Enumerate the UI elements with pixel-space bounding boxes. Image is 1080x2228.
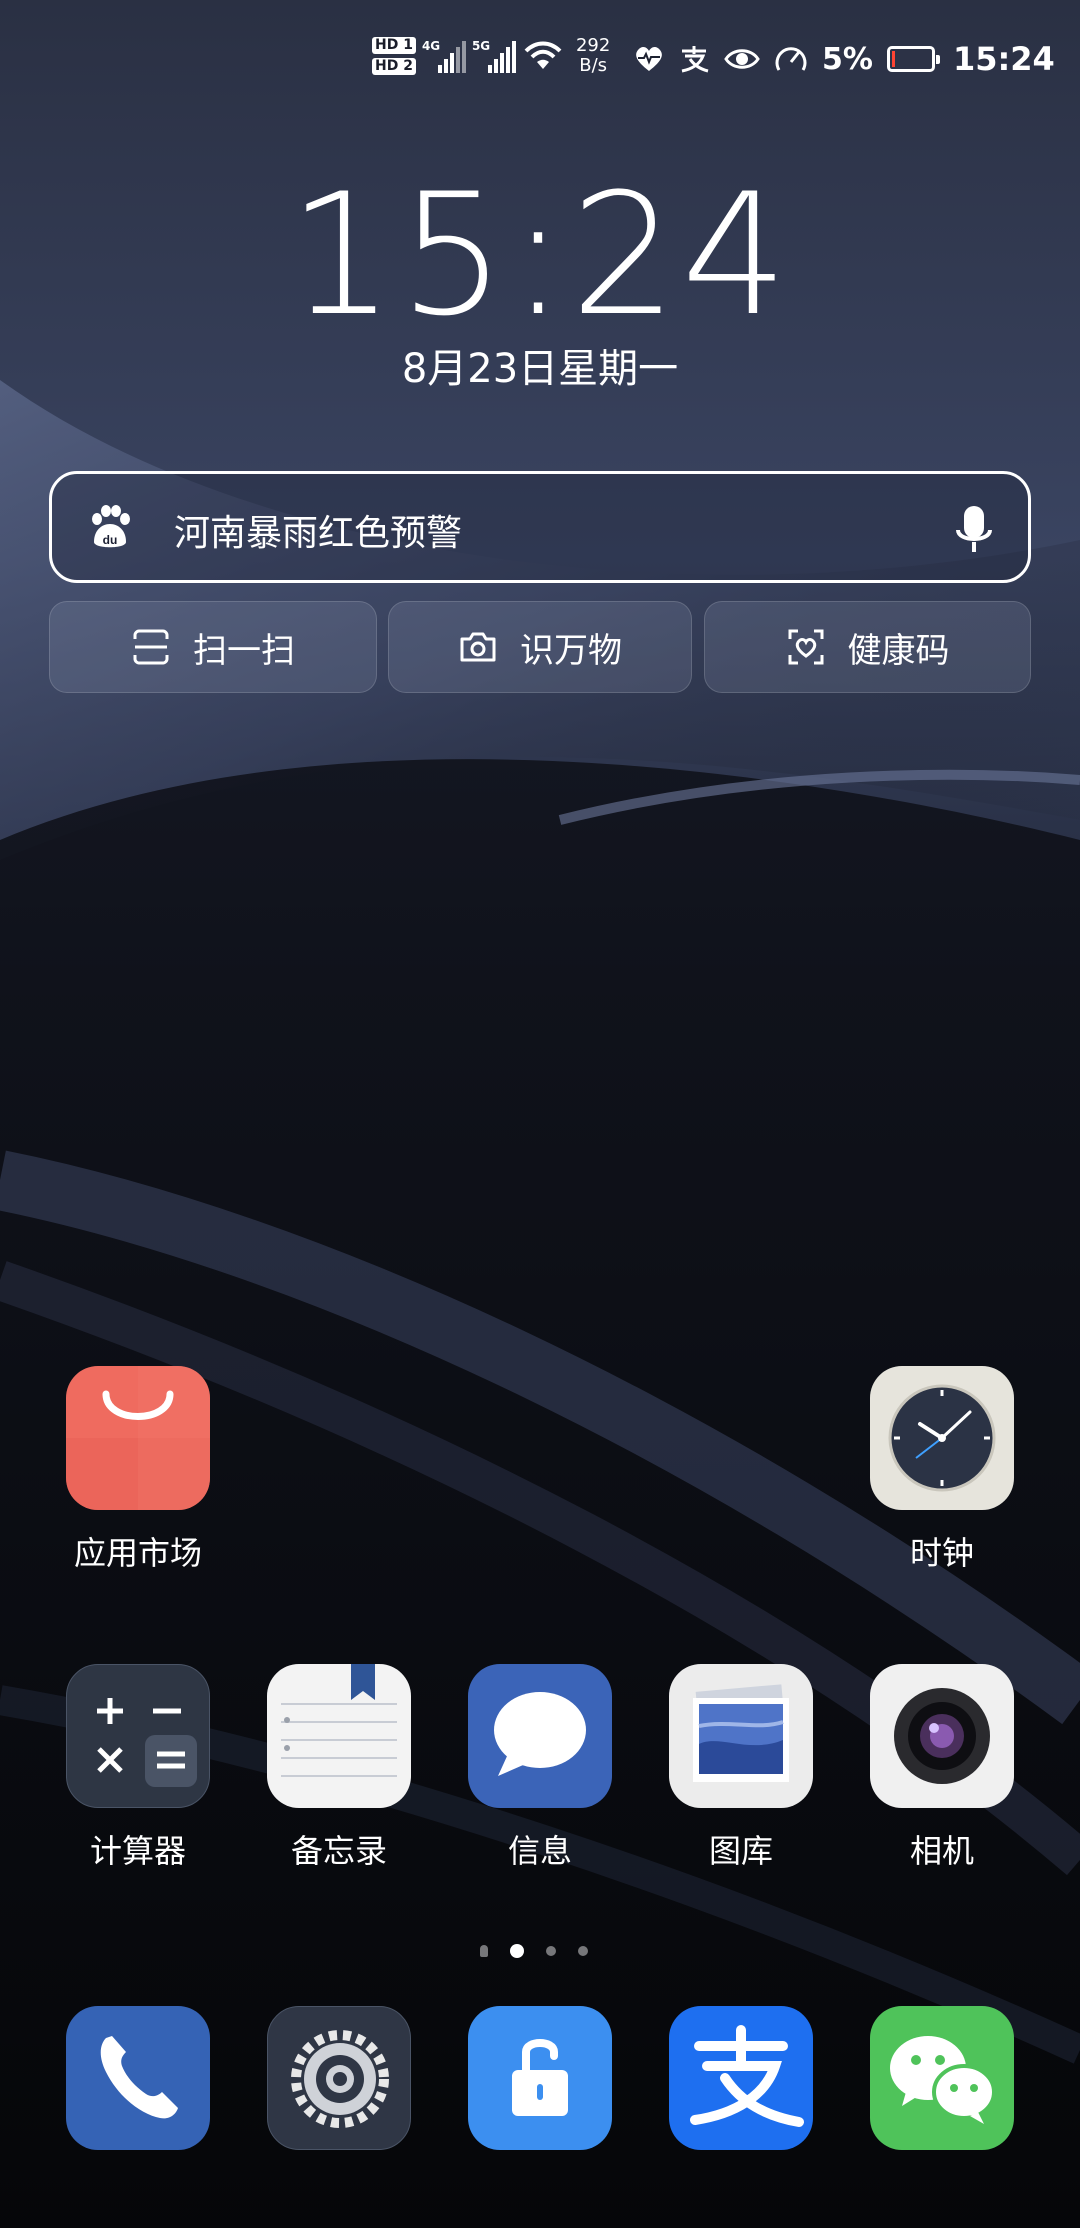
alipay-icon — [681, 46, 709, 73]
heart-rate-icon — [636, 47, 662, 71]
scan-button[interactable]: 扫一扫 — [49, 601, 377, 693]
search-bar[interactable]: du 河南暴雨红色预警 — [49, 471, 1031, 583]
gallery-label: 图库 — [708, 1832, 773, 1870]
health-code-icon — [788, 629, 823, 665]
gallery-icon — [669, 1664, 813, 1808]
health-code-button[interactable]: 健康码 — [704, 601, 1031, 693]
page-indicator[interactable] — [480, 1944, 588, 1958]
clock-app-label: 时钟 — [909, 1534, 974, 1572]
microphone-icon[interactable] — [954, 502, 994, 558]
calculator-icon — [66, 1664, 210, 1808]
page-indicator-hint — [480, 1945, 488, 1957]
app-market[interactable]: 应用市场 — [63, 1366, 213, 1574]
sim2-hd-icon: HD 2 — [372, 58, 416, 75]
signal-5g-icon: 5G — [472, 39, 516, 73]
messages-app[interactable]: 信息 — [465, 1664, 615, 1872]
wechat-icon — [870, 2006, 1014, 2150]
identify-objects-label: 识万物 — [520, 630, 622, 671]
page-dot — [578, 1946, 588, 1956]
alipay-app-icon — [669, 2006, 813, 2150]
clock-widget-time[interactable]: 15:24 — [0, 160, 1080, 350]
search-query: 河南暴雨红色预警 — [174, 513, 463, 554]
camera-app-icon — [870, 1664, 1014, 1808]
wifi-icon — [524, 41, 562, 69]
baidu-paw-icon: du — [92, 505, 130, 548]
clock-icon — [870, 1366, 1014, 1510]
status-time: 15:24 — [952, 40, 1055, 78]
app-market-icon — [66, 1366, 210, 1510]
notepad-icon — [267, 1664, 411, 1808]
sim1-hd-icon: HD 1 — [372, 37, 416, 54]
app-market-label: 应用市场 — [73, 1534, 202, 1572]
speedometer-icon — [775, 47, 807, 71]
clock-app[interactable]: 时钟 — [867, 1366, 1017, 1574]
eye-icon — [724, 49, 760, 69]
scan-icon — [133, 629, 169, 665]
network-speed: 292 B/s — [575, 35, 611, 76]
dock-unlock[interactable] — [465, 2006, 615, 2150]
phone-icon — [66, 2006, 210, 2150]
dock-alipay[interactable] — [666, 2006, 816, 2150]
calculator-label: 计算器 — [89, 1832, 186, 1870]
messages-label: 信息 — [507, 1832, 572, 1870]
camera-app[interactable]: 相机 — [867, 1664, 1017, 1872]
battery-percent: 5% — [822, 41, 873, 77]
messages-icon — [468, 1664, 612, 1808]
settings-icon — [267, 2006, 411, 2150]
signal-4g-icon: 4G — [422, 39, 466, 73]
calculator-app[interactable]: 计算器 — [63, 1664, 213, 1872]
camera-app-label: 相机 — [909, 1832, 974, 1870]
scan-label: 扫一扫 — [193, 630, 295, 671]
notepad-label: 备忘录 — [290, 1832, 387, 1870]
status-bar: HD 1 HD 2 4G 5G 292 B/s 5% 15:24 — [0, 30, 1080, 100]
battery-icon — [886, 46, 940, 72]
dock-wechat[interactable] — [867, 2006, 1017, 2150]
svg-text:du: du — [103, 533, 118, 547]
health-code-label: 健康码 — [847, 630, 950, 671]
camera-icon — [460, 632, 496, 662]
page-dot — [546, 1946, 556, 1956]
clock-widget-date: 8月23日星期一 — [401, 346, 679, 392]
gallery-app[interactable]: 图库 — [666, 1664, 816, 1872]
page-dot-active — [510, 1944, 524, 1958]
dock-settings[interactable] — [264, 2006, 414, 2150]
dock-phone[interactable] — [63, 2006, 213, 2150]
notepad-app[interactable]: 备忘录 — [264, 1664, 414, 1872]
unlock-icon — [468, 2006, 612, 2150]
identify-objects-button[interactable]: 识万物 — [388, 601, 692, 693]
